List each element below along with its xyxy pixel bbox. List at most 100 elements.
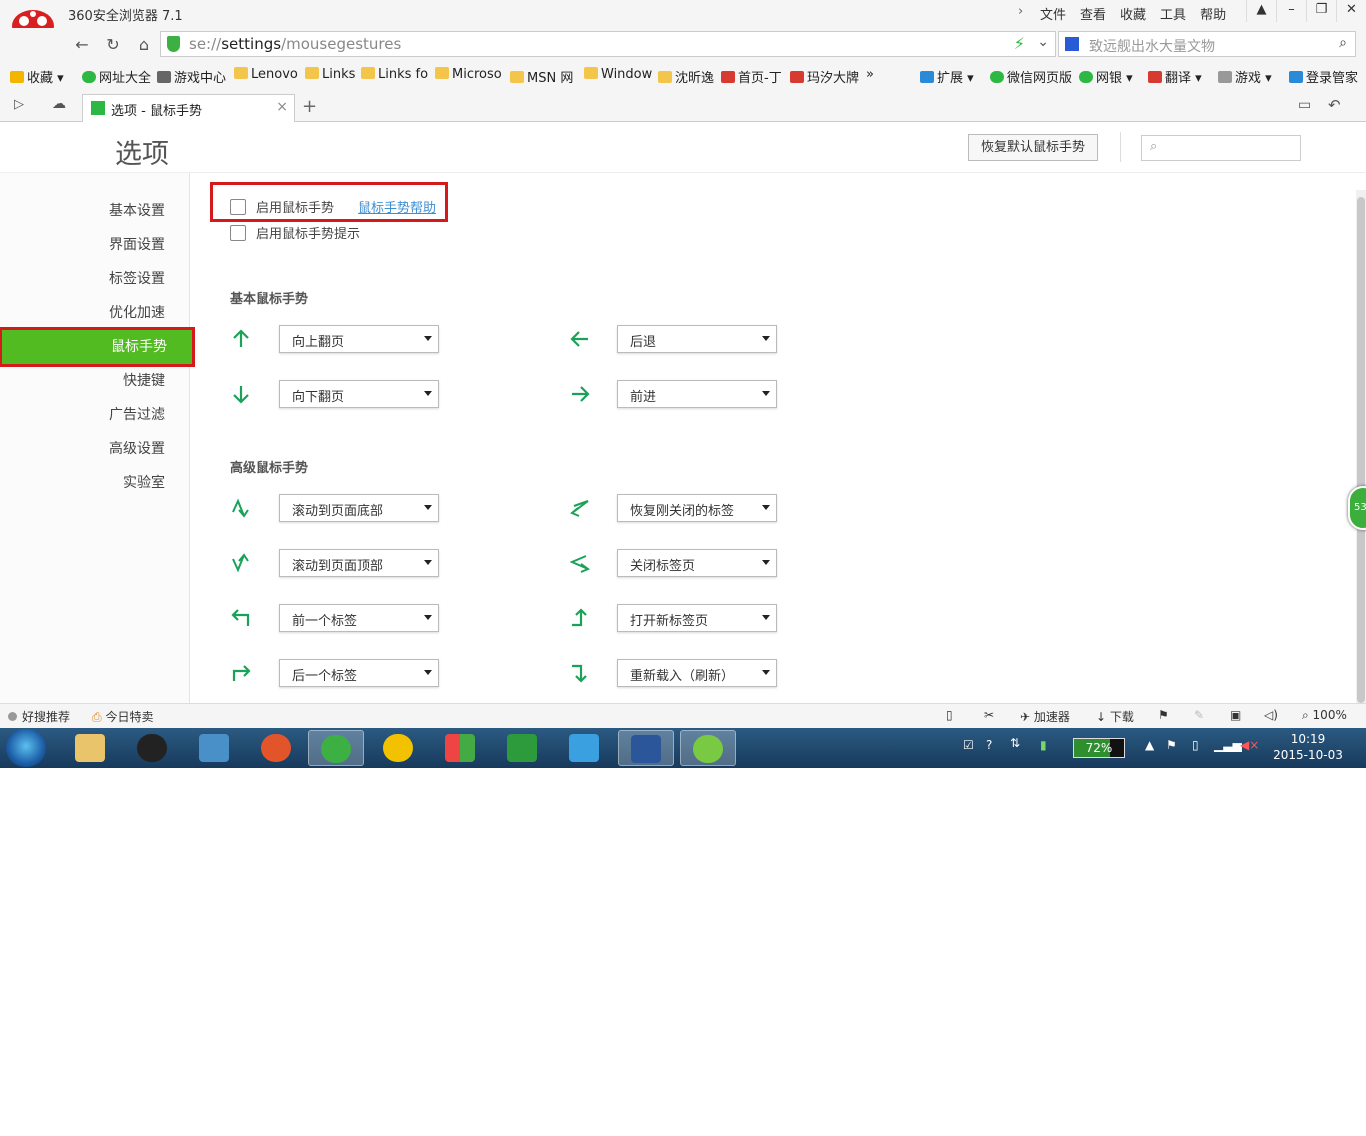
tray-check-icon[interactable]: ☑ (963, 738, 974, 752)
bookmark-folder[interactable]: Links fo (361, 67, 428, 82)
extensions-button[interactable]: 扩展 ▾ (920, 67, 974, 86)
qq-app[interactable] (124, 730, 180, 766)
bookmark-folder[interactable]: 沈昕逸 (658, 67, 714, 86)
sidebar-item-advanced[interactable]: 高级设置 (0, 432, 190, 466)
360-safe-app[interactable] (370, 730, 426, 766)
bookmark-folder[interactable]: MSN 网 (510, 67, 573, 86)
menu-file[interactable]: 文件 (1040, 4, 1066, 23)
screenshot-icon[interactable]: ✂ (984, 708, 994, 722)
undo-close-icon[interactable]: ↶ (1328, 96, 1341, 114)
explorer-app[interactable] (62, 730, 118, 766)
new-tab-icon[interactable]: + (302, 96, 317, 117)
360-browser-app[interactable] (308, 730, 364, 766)
bookmark-item[interactable]: 玛汐大牌 (790, 67, 859, 86)
menu-view[interactable]: 查看 (1080, 4, 1106, 23)
close-icon[interactable]: ✕ (1336, 0, 1366, 22)
start-button-icon[interactable] (6, 729, 46, 767)
today-deals[interactable]: ⎙ 今日特卖 (92, 708, 153, 725)
bookmark-item[interactable]: 游戏中心 (157, 67, 226, 86)
accelerator-button[interactable]: ✈ 加速器 (1020, 708, 1070, 725)
menu-help[interactable]: 帮助 (1200, 4, 1226, 23)
bank-button[interactable]: 网银 ▾ (1079, 67, 1133, 86)
bookmark-folder[interactable]: Lenovo (234, 67, 298, 82)
haosou-recommend[interactable]: 好搜推荐 (8, 708, 70, 725)
gesture-right-select[interactable]: 前进 (617, 380, 777, 408)
tab-list-icon[interactable]: ▭ (1298, 97, 1311, 113)
enable-hints-checkbox[interactable] (230, 224, 246, 241)
gesture-up-right-select[interactable]: 后一个标签 (279, 659, 439, 687)
skin-icon[interactable]: ▲ (1246, 0, 1276, 22)
minimize-icon[interactable]: – (1276, 0, 1306, 22)
download-button[interactable]: ↓ 下载 (1096, 708, 1134, 725)
window-icon[interactable]: ▣ (1230, 708, 1241, 722)
gesture-right-left-select[interactable]: 恢复刚关闭的标签 (617, 494, 777, 522)
back-icon[interactable]: ← (70, 34, 94, 56)
enable-gestures-checkbox[interactable] (230, 198, 246, 215)
flag-icon[interactable]: ⚑ (1158, 708, 1169, 722)
gesture-up-left-select[interactable]: 前一个标签 (279, 604, 439, 632)
battery-indicator[interactable]: 72% (1073, 738, 1125, 758)
bookmark-item[interactable]: 首页-丁 (721, 67, 782, 86)
refresh-icon[interactable]: ↻ (101, 34, 125, 56)
search-box[interactable]: 致远舰出水大量文物 ⌕ (1058, 31, 1356, 57)
sidebar-item-optimize[interactable]: 优化加速 (0, 296, 190, 330)
phone-icon[interactable]: ▯ (946, 708, 953, 722)
tray-signal-icon[interactable]: ▁▃▅ (1214, 738, 1242, 752)
translate-button[interactable]: 翻译 ▾ (1148, 67, 1202, 86)
tray-help-icon[interactable]: ? (986, 738, 992, 752)
settings-search-input[interactable]: ⌕ (1141, 135, 1301, 161)
speed-mode-icon[interactable]: ⚡ (1014, 34, 1025, 53)
login-manager-button[interactable]: 登录管家 (1289, 67, 1358, 86)
tab-close-icon[interactable]: × (276, 99, 288, 115)
search-icon[interactable]: ⌕ (1339, 35, 1347, 51)
gesture-down-up-select[interactable]: 滚动到页面顶部 (279, 549, 439, 577)
foxit-app[interactable] (248, 730, 304, 766)
gesture-left-select[interactable]: 后退 (617, 325, 777, 353)
zoom-control[interactable]: ⌕ 100% (1302, 708, 1347, 723)
menu-favorites[interactable]: 收藏 (1120, 4, 1146, 23)
bookmark-folder[interactable]: Microso (435, 67, 502, 82)
search-engine-icon[interactable] (1065, 37, 1079, 51)
tray-mute-icon[interactable]: ◀× (1240, 738, 1259, 752)
reset-gestures-button[interactable]: 恢复默认鼠标手势 (968, 134, 1098, 161)
sidebar-item-basic[interactable]: 基本设置 (0, 194, 190, 228)
tray-network-icon[interactable]: ⇅ (1010, 736, 1020, 750)
bookmark-folder[interactable]: Links (305, 67, 355, 82)
menu-chevron-icon[interactable]: › (1018, 4, 1023, 19)
sidebar-item-mouse-gestures[interactable]: 鼠标手势 (0, 327, 195, 367)
bookmark-item[interactable]: 网址大全 (82, 67, 151, 86)
home-icon[interactable]: ⌂ (132, 34, 156, 56)
gesture-down-select[interactable]: 向下翻页 (279, 380, 439, 408)
gesture-right-up-select[interactable]: 打开新标签页 (617, 604, 777, 632)
game-app[interactable] (680, 730, 736, 766)
sidebar-item-adblock[interactable]: 广告过滤 (0, 398, 190, 432)
taskbar-clock[interactable]: 10:19 2015-10-03 (1268, 731, 1348, 763)
wechat-button[interactable]: 微信网页版 (990, 67, 1072, 86)
tray-expand-icon[interactable]: ▲ (1145, 738, 1154, 752)
sidebar-item-ui[interactable]: 界面设置 (0, 228, 190, 262)
word-app[interactable] (618, 730, 674, 766)
sidebar-toggle-icon[interactable]: ▷ (14, 97, 24, 112)
scrollbar-thumb[interactable] (1357, 197, 1365, 703)
softmgr-app[interactable] (432, 730, 488, 766)
security-app[interactable] (494, 730, 550, 766)
menu-tools[interactable]: 工具 (1160, 4, 1186, 23)
tray-battery-plugin-icon[interactable]: ▮ (1040, 738, 1047, 752)
clean-icon[interactable]: ✎ (1194, 708, 1204, 722)
volume-icon[interactable]: ◁) (1264, 708, 1278, 722)
url-dropdown-icon[interactable]: ⌄ (1037, 34, 1049, 50)
tab-options[interactable]: 选项 - 鼠标手势 × (82, 94, 295, 122)
sidebar-item-lab[interactable]: 实验室 (0, 466, 190, 500)
gesture-right-down-select[interactable]: 重新载入（刷新） (617, 659, 777, 687)
tray-flag-icon[interactable]: ⚑ (1166, 738, 1177, 752)
remote-app[interactable] (186, 730, 242, 766)
sidebar-item-shortcuts[interactable]: 快捷键 (0, 364, 190, 398)
gesture-up-select[interactable]: 向上翻页 (279, 325, 439, 353)
cloud-icon[interactable]: ☁ (52, 96, 66, 112)
side-float-badge[interactable]: 53 (1348, 486, 1366, 530)
gesture-left-right-select[interactable]: 关闭标签页 (617, 549, 777, 577)
maximize-icon[interactable]: ❐ (1306, 0, 1336, 22)
game-button[interactable]: 游戏 ▾ (1218, 67, 1272, 86)
bookmark-favorites[interactable]: 收藏 ▾ (10, 67, 64, 86)
tray-power-icon[interactable]: ▯ (1192, 738, 1199, 752)
